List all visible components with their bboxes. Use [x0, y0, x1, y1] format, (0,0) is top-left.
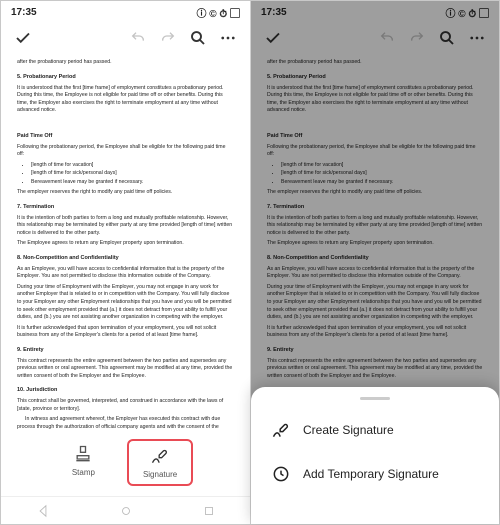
doc-text: As an Employee, you will have access to …	[17, 266, 234, 281]
sheet-handle[interactable]	[360, 397, 390, 400]
add-temporary-label: Add Temporary Signature	[303, 467, 439, 481]
right-screenshot: 17:35 ⓘ © ⏱ ▢ after the probationary per…	[250, 1, 499, 524]
left-screenshot: 17:35 ⓘ © ⏱ ▢ after the probationary per…	[1, 1, 250, 524]
doc-text: The Employee agrees to return any Employ…	[17, 240, 234, 248]
android-navbar	[1, 496, 250, 524]
stamp-button[interactable]: Stamp	[58, 439, 109, 486]
doc-text: It is understood that the first [time fr…	[17, 85, 234, 115]
signature-label: Signature	[143, 470, 177, 479]
list-item: Bereavement leave may be granted if nece…	[31, 179, 234, 187]
nav-back-icon[interactable]	[36, 504, 50, 518]
doc-text: This contract shall be governed, interpr…	[17, 398, 234, 413]
section-heading: 9. Entirety	[17, 347, 234, 355]
signature-icon	[150, 446, 170, 466]
doc-text: It is the intention of both parties to f…	[17, 215, 234, 238]
clock-icon	[271, 464, 291, 484]
status-bar: 17:35 ⓘ © ⏱ ▢	[1, 1, 250, 22]
more-icon[interactable]	[218, 28, 238, 48]
signature-sheet: Create Signature Add Temporary Signature	[251, 387, 499, 524]
doc-text: Following the probationary period, the E…	[17, 144, 234, 159]
section-heading: 7. Termination	[17, 204, 234, 212]
add-temporary-signature-option[interactable]: Add Temporary Signature	[251, 452, 499, 496]
signature-button[interactable]: Signature	[127, 439, 193, 486]
status-icons: ⓘ © ⏱ ▢	[196, 5, 240, 20]
pto-list: [length of time for vacation] [length of…	[31, 162, 234, 187]
section-heading: 5. Probationary Period	[17, 74, 234, 82]
create-signature-option[interactable]: Create Signature	[251, 408, 499, 452]
pen-icon	[271, 420, 291, 440]
doc-text: after the probationary period has passed…	[17, 59, 234, 67]
section-heading: Paid Time Off	[17, 133, 234, 141]
section-heading: 8. Non-Competition and Confidentiality	[17, 255, 234, 263]
doc-text: It is further acknowledged that upon ter…	[17, 325, 234, 340]
stamp-icon	[73, 444, 93, 464]
search-icon[interactable]	[188, 28, 208, 48]
list-item: [length of time for sick/personal days]	[31, 170, 234, 178]
list-item: [length of time for vacation]	[31, 162, 234, 170]
doc-text: This contract represents the entire agre…	[17, 358, 234, 381]
doc-text: The employer reserves the right to modif…	[17, 189, 234, 197]
done-icon[interactable]	[13, 28, 33, 48]
section-heading: 10. Jurisdiction	[17, 387, 234, 395]
status-time: 17:35	[11, 7, 37, 18]
nav-home-icon[interactable]	[119, 504, 133, 518]
doc-text: In witness and agreement whereof, the Em…	[17, 416, 234, 429]
stamp-label: Stamp	[72, 468, 95, 477]
redo-icon[interactable]	[158, 28, 178, 48]
nav-recent-icon[interactable]	[202, 504, 216, 518]
document-body[interactable]: after the probationary period has passed…	[1, 56, 250, 429]
bottom-toolbar: Stamp Signature	[1, 429, 250, 496]
toolbar	[1, 22, 250, 56]
doc-text: During your time of Employment with the …	[17, 284, 234, 322]
undo-icon[interactable]	[128, 28, 148, 48]
create-signature-label: Create Signature	[303, 423, 394, 437]
